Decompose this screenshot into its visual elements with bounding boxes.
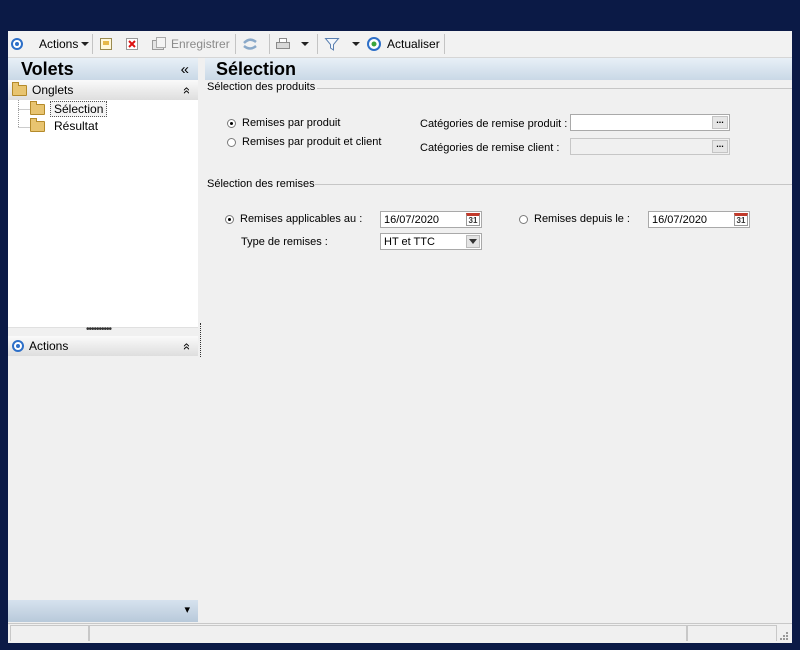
- radio-button[interactable]: [227, 137, 236, 147]
- save-label: Enregistrer: [171, 37, 230, 51]
- printer-icon: [276, 38, 290, 49]
- radio-by-product-client[interactable]: Remises par produit et client: [227, 136, 381, 148]
- filter-icon: [324, 38, 340, 51]
- left-pane-title: Volets: [21, 58, 74, 79]
- resize-grip-icon[interactable]: [779, 631, 789, 641]
- status-cell: [89, 625, 687, 641]
- sync-button[interactable]: [241, 31, 259, 57]
- open-folder-icon: [30, 100, 45, 115]
- group-divider: [317, 88, 792, 89]
- radio-label: Remises applicables au :: [240, 213, 363, 225]
- field-value: 16/07/2020: [652, 213, 708, 226]
- filter-chevron-down-icon: [352, 42, 360, 46]
- actions-icon: [11, 38, 23, 50]
- tabs-section-label: Onglets: [32, 83, 74, 97]
- sync-icon: [243, 38, 257, 50]
- main-panel: Sélection Sélection des produits Remises…: [205, 58, 792, 623]
- group-divider: [315, 184, 792, 185]
- product-category-label: Catégories de remise produit :: [420, 118, 568, 130]
- print-chevron-down-icon: [301, 42, 309, 46]
- main-header: Sélection: [205, 58, 792, 80]
- toolbar-separator: [235, 34, 236, 54]
- actions-menu-button[interactable]: Actions: [11, 31, 90, 57]
- pane-resize-handle[interactable]: [200, 323, 202, 357]
- new-button[interactable]: [99, 31, 113, 57]
- folder-icon: [30, 117, 45, 132]
- actions-section-label: Actions: [29, 339, 69, 353]
- folder-icon: [12, 81, 27, 96]
- status-cell: [10, 625, 89, 641]
- delete-button[interactable]: [125, 31, 139, 57]
- left-pane-header: Volets «: [8, 58, 198, 80]
- app-window: Actions Enregistrer Actualiser Volets « …: [8, 31, 792, 643]
- print-button[interactable]: [274, 31, 309, 57]
- chevron-up-icon[interactable]: »: [178, 86, 193, 93]
- left-pane: Volets « Onglets » Sélection Résultat ••…: [8, 58, 198, 623]
- actions-section-header[interactable]: Actions »: [8, 336, 198, 356]
- toolbar-separator: [92, 34, 93, 54]
- since-date-field[interactable]: 16/07/2020 31: [648, 211, 750, 228]
- tree-item-label: Résultat: [54, 119, 99, 133]
- toolbar: Actions Enregistrer Actualiser: [8, 31, 792, 58]
- tree-item-label: Sélection: [50, 101, 108, 117]
- status-cell: [687, 625, 777, 641]
- radio-label: Remises par produit: [242, 117, 341, 129]
- product-category-field[interactable]: ...: [570, 114, 730, 131]
- tree-item-result[interactable]: Résultat: [30, 117, 99, 133]
- toolbar-separator: [444, 34, 445, 54]
- refresh-label: Actualiser: [387, 37, 440, 51]
- browse-button[interactable]: ...: [712, 140, 728, 153]
- splitter[interactable]: ••••••••••: [8, 324, 198, 336]
- left-pane-bottom-bar[interactable]: ▾: [8, 600, 198, 622]
- radio-label: Remises depuis le :: [534, 213, 630, 225]
- refresh-icon: [367, 37, 381, 51]
- radio-applicable[interactable]: Remises applicables au :: [225, 213, 362, 225]
- radio-label: Remises par produit et client: [242, 136, 382, 148]
- select-value: HT et TTC: [384, 235, 435, 248]
- radio-by-product[interactable]: Remises par produit: [227, 117, 340, 129]
- toolbar-separator: [269, 34, 270, 54]
- radio-button-checked[interactable]: [227, 118, 236, 128]
- page-title: Sélection: [216, 58, 297, 79]
- refresh-button[interactable]: Actualiser: [366, 31, 440, 57]
- discount-type-label: Type de remises :: [241, 236, 328, 248]
- radio-button-checked[interactable]: [225, 214, 234, 224]
- save-button[interactable]: Enregistrer: [151, 31, 230, 57]
- tree-item-selection[interactable]: Sélection: [30, 100, 108, 117]
- filter-button[interactable]: [324, 31, 360, 57]
- actions-icon: [12, 340, 24, 352]
- status-bar: [8, 623, 792, 643]
- field-value: 16/07/2020: [384, 213, 440, 226]
- chevron-down-icon[interactable]: [466, 235, 480, 248]
- new-document-icon: [100, 38, 112, 50]
- save-icon: [152, 37, 166, 50]
- toolbar-separator: [317, 34, 318, 54]
- collapse-pane-icon[interactable]: «: [181, 61, 189, 78]
- applicable-date-field[interactable]: 16/07/2020 31: [380, 211, 482, 228]
- actions-menu-label: Actions: [39, 37, 79, 51]
- chevron-down-icon: ▾: [184, 604, 190, 616]
- discount-type-select[interactable]: HT et TTC: [380, 233, 482, 250]
- calendar-icon[interactable]: 31: [466, 213, 480, 226]
- splitter-grip-icon: ••••••••••: [86, 324, 112, 335]
- delete-icon: [126, 38, 138, 50]
- tabs-tree: Sélection Résultat: [8, 100, 198, 328]
- products-group-title: Sélection des produits: [207, 81, 316, 93]
- tabs-section-header[interactable]: Onglets »: [8, 80, 198, 100]
- browse-button[interactable]: ...: [712, 116, 728, 129]
- calendar-icon[interactable]: 31: [734, 213, 748, 226]
- chevron-up-icon[interactable]: »: [178, 342, 193, 349]
- client-category-label: Catégories de remise client :: [420, 142, 560, 154]
- radio-button[interactable]: [519, 214, 528, 224]
- discounts-group-title: Sélection des remises: [207, 178, 315, 190]
- radio-since[interactable]: Remises depuis le :: [519, 213, 630, 225]
- chevron-down-icon: [81, 42, 90, 46]
- client-category-field[interactable]: ...: [570, 138, 730, 155]
